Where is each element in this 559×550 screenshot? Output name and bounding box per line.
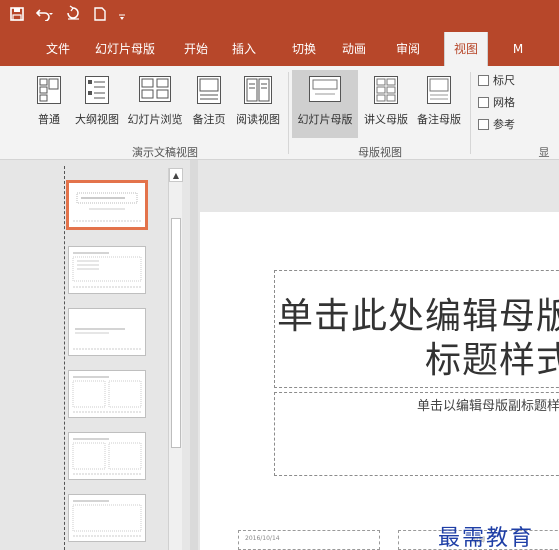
notes-master-button[interactable]: 备注母版	[412, 70, 466, 138]
scrollbar-thumb[interactable]	[171, 218, 181, 448]
pane-splitter[interactable]	[190, 160, 198, 550]
slide-thumbnail[interactable]	[68, 246, 146, 294]
ribbon-tabs: 文件 幻灯片母版 开始 插入 切换 动画 审阅 视图 M	[0, 32, 559, 66]
notes-master-label: 备注母版	[417, 113, 461, 126]
reading-view-label: 阅读视图	[236, 113, 280, 126]
reading-view-icon	[244, 76, 272, 108]
slide-master-button[interactable]: 幻灯片母版	[292, 70, 358, 138]
subtitle-placeholder-text: 单击以编辑母版副标题样式	[416, 399, 559, 414]
thumbnail-scrollbar[interactable]: ▲	[168, 168, 183, 550]
gridlines-checkbox[interactable]: 网格	[478, 94, 515, 110]
thumbnail-list	[54, 170, 170, 550]
ruler-label: 标尺	[493, 74, 515, 87]
gridlines-label: 网格	[493, 96, 515, 109]
normal-view-label: 普通	[38, 113, 60, 126]
slide-master-canvas: 单击此处编辑母版标题样式 单击以编辑母版副标题样式 2016/10/14 页脚	[200, 212, 559, 550]
normal-view-button[interactable]: 普通	[32, 70, 66, 138]
tab-insert[interactable]: 插入	[224, 32, 264, 66]
guides-checkbox[interactable]: 参考	[478, 116, 515, 132]
watermark-logo: 最需教育	[438, 526, 535, 550]
date-text: 2016/10/14	[245, 535, 280, 542]
slide-sorter-icon	[139, 76, 171, 106]
notes-master-icon	[427, 76, 451, 108]
group-separator	[470, 72, 471, 154]
date-placeholder[interactable]: 2016/10/14	[238, 530, 380, 550]
tab-review[interactable]: 审阅	[388, 32, 428, 66]
slide-sorter-button[interactable]: 幻灯片浏览	[124, 70, 186, 138]
tab-file[interactable]: 文件	[38, 32, 78, 66]
group-label-presentation-views: 演示文稿视图	[132, 146, 198, 159]
ribbon: 普通 大纲视图 幻灯片浏览 备注页 阅读视图 演示文稿视图 幻灯片母版 讲义母版…	[0, 66, 559, 160]
notes-page-button[interactable]: 备注页	[188, 70, 230, 138]
handout-master-icon	[374, 76, 398, 108]
outline-view-icon	[85, 76, 109, 108]
slide-thumbnail[interactable]	[68, 432, 146, 480]
subtitle-placeholder[interactable]: 单击以编辑母版副标题样式	[274, 392, 559, 476]
reading-view-button[interactable]: 阅读视图	[232, 70, 284, 138]
checkbox-box	[478, 118, 489, 130]
customize-qat-icon[interactable]	[118, 5, 126, 27]
quick-access-toolbar	[10, 5, 126, 27]
tab-view[interactable]: 视图	[444, 32, 488, 66]
normal-view-icon	[37, 76, 61, 108]
group-separator	[288, 72, 289, 154]
checkbox-box	[478, 74, 489, 86]
title-placeholder[interactable]: 单击此处编辑母版标题样式	[274, 270, 559, 388]
slide-thumbnail[interactable]	[68, 494, 146, 542]
tab-transitions[interactable]: 切换	[284, 32, 324, 66]
tab-more[interactable]: M	[498, 32, 538, 66]
slide-editing-area: 单击此处编辑母版标题样式 单击以编辑母版副标题样式 2016/10/14 页脚	[198, 160, 559, 550]
ruler-checkbox[interactable]: 标尺	[478, 72, 515, 88]
slide-thumbnail[interactable]	[68, 308, 146, 356]
save-icon[interactable]	[10, 5, 24, 27]
group-label-master-views: 母版视图	[358, 146, 402, 159]
new-doc-icon[interactable]	[94, 5, 106, 27]
undo-icon[interactable]	[35, 5, 54, 27]
outline-view-label: 大纲视图	[75, 113, 119, 126]
redo-icon[interactable]	[66, 5, 82, 27]
tab-animations[interactable]: 动画	[334, 32, 374, 66]
checkbox-box	[478, 96, 489, 108]
slide-thumbnail-master[interactable]	[66, 180, 148, 230]
slide-thumbnail[interactable]	[68, 370, 146, 418]
notes-page-label: 备注页	[192, 113, 226, 126]
group-label-show: 显	[538, 146, 550, 159]
slide-master-label: 幻灯片母版	[297, 113, 353, 126]
slide-sorter-label: 幻灯片浏览	[127, 113, 183, 126]
handout-master-button[interactable]: 讲义母版	[360, 70, 412, 138]
title-bar	[0, 0, 559, 32]
guides-label: 参考	[493, 118, 515, 131]
outline-view-button[interactable]: 大纲视图	[70, 70, 124, 138]
title-placeholder-text: 单击此处编辑母版标题样式	[276, 296, 559, 381]
notes-page-icon	[197, 76, 221, 108]
tab-slide-master[interactable]: 幻灯片母版	[88, 32, 162, 66]
tab-home[interactable]: 开始	[176, 32, 216, 66]
handout-master-label: 讲义母版	[364, 113, 408, 126]
slide-master-icon	[309, 76, 341, 106]
scroll-up-icon[interactable]: ▲	[169, 168, 183, 182]
thumbnail-pane: ▲	[0, 160, 190, 550]
